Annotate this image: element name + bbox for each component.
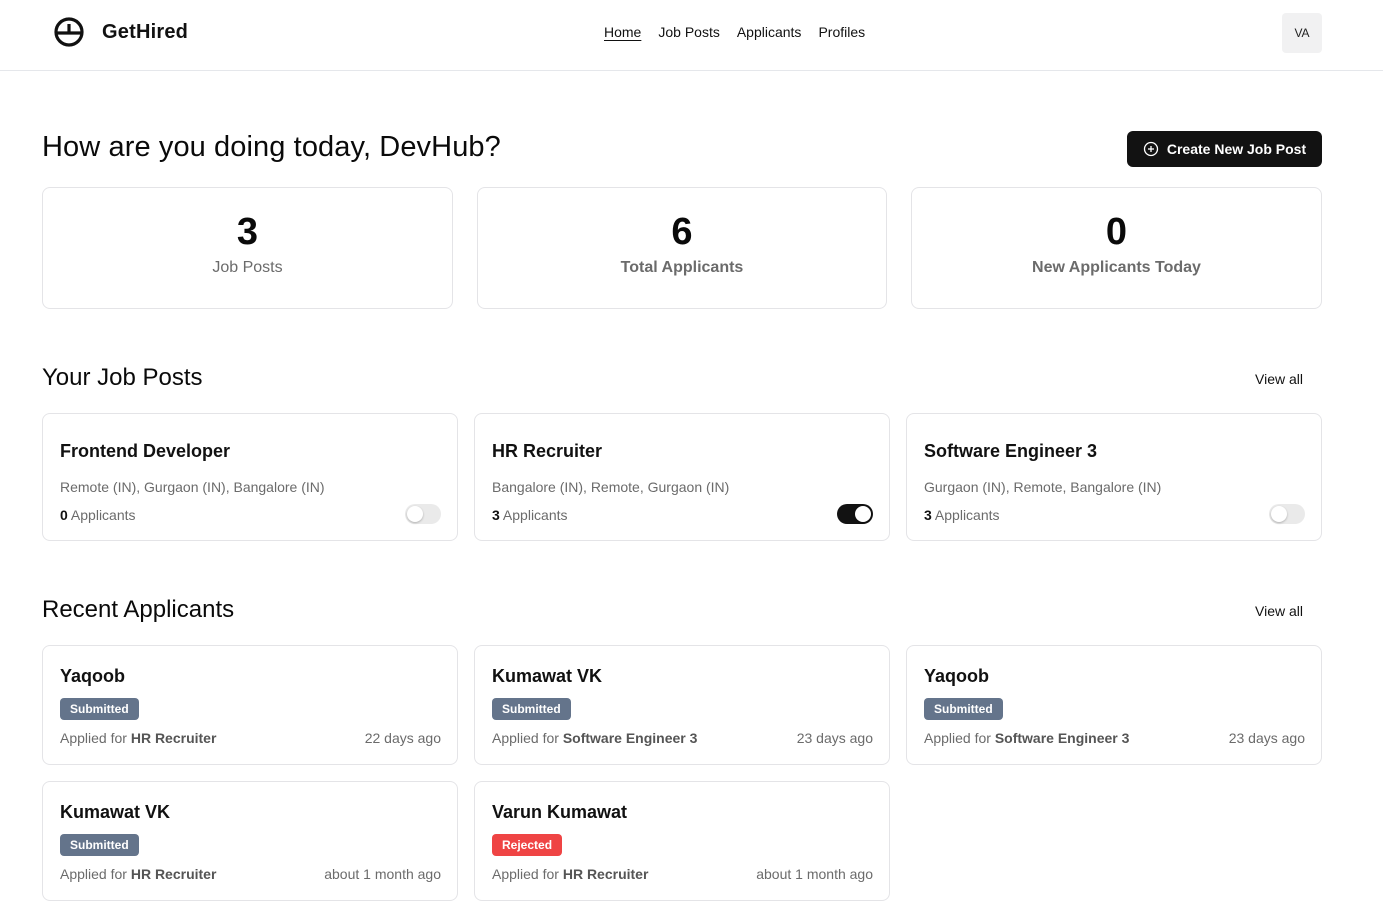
applied-time: 23 days ago: [1228, 730, 1305, 746]
create-job-post-label: Create New Job Post: [1166, 141, 1307, 157]
job-post-card[interactable]: Software Engineer 3 Gurgaon (IN), Remote…: [906, 413, 1322, 541]
stat-value: 0: [1105, 211, 1128, 253]
applied-job-title: HR Recruiter: [130, 866, 217, 882]
job-posts-section-title: Your Job Posts: [42, 364, 203, 391]
applied-time: about 1 month ago: [324, 866, 441, 882]
applicant-name: Kumawat VK: [492, 666, 603, 686]
brand-name: GetHired: [102, 20, 189, 43]
stat-label: Total Applicants: [620, 259, 744, 276]
job-title: HR Recruiter: [492, 441, 603, 461]
applicant-name: Varun Kumawat: [492, 802, 628, 822]
applicant-card[interactable]: Kumawat VK Submitted Applied for Softwar…: [474, 645, 890, 765]
status-badge: Rejected: [492, 834, 563, 856]
job-post-card[interactable]: Frontend Developer Remote (IN), Gurgaon …: [42, 413, 458, 541]
applicant-count-number: 3: [924, 507, 932, 523]
stat-value: 3: [236, 211, 259, 253]
applicant-card[interactable]: Yaqoob Submitted Applied for HR Recruite…: [42, 645, 458, 765]
applicant-card[interactable]: Varun Kumawat Rejected Applied for HR Re…: [474, 781, 890, 901]
plus-circle-icon: [1143, 141, 1159, 157]
applied-job-title: Software Engineer 3: [994, 730, 1130, 746]
applicants-view-all-link[interactable]: View all: [1255, 603, 1303, 619]
user-avatar[interactable]: VA: [1282, 13, 1322, 53]
applied-for: Applied for Software Engineer 3: [924, 730, 1129, 746]
applicant-card[interactable]: Kumawat VK Submitted Applied for HR Recr…: [42, 781, 458, 901]
status-badge: Submitted: [492, 698, 571, 720]
applied-job-title: Software Engineer 3: [562, 730, 698, 746]
applicant-count-label: Applicants: [502, 507, 568, 523]
job-applicant-count: 3 Applicants: [492, 507, 568, 523]
applied-for: Applied for Software Engineer 3: [492, 730, 697, 746]
job-applicant-count: 3 Applicants: [924, 507, 1000, 523]
applied-for: Applied for HR Recruiter: [60, 866, 216, 882]
brand-logo-icon: [54, 17, 84, 47]
recent-applicants-section-title: Recent Applicants: [42, 596, 235, 623]
stat-card-job-posts: 3 Job Posts: [42, 187, 453, 309]
brand[interactable]: GetHired: [53, 16, 188, 48]
applied-prefix: Applied for: [492, 730, 559, 746]
toggle-knob: [1271, 506, 1287, 522]
job-locations: Bangalore (IN), Remote, Gurgaon (IN): [492, 479, 730, 495]
job-active-toggle[interactable]: [1269, 504, 1305, 524]
nav-home[interactable]: Home: [604, 24, 641, 40]
main-nav: Home Job Posts Applicants Profiles: [604, 24, 865, 40]
nav-applicants[interactable]: Applicants: [737, 24, 802, 40]
job-title: Software Engineer 3: [924, 441, 1098, 461]
stat-value: 6: [671, 211, 693, 253]
applicant-card[interactable]: Yaqoob Submitted Applied for Software En…: [906, 645, 1322, 765]
stat-card-total-applicants: 6 Total Applicants: [477, 187, 887, 309]
applicant-count-label: Applicants: [70, 507, 136, 523]
applied-for: Applied for HR Recruiter: [492, 866, 648, 882]
stat-label: Job Posts: [212, 259, 283, 276]
applied-prefix: Applied for: [60, 730, 127, 746]
applicant-name: Yaqoob: [60, 666, 126, 686]
status-badge: Submitted: [60, 834, 139, 856]
nav-job-posts[interactable]: Job Posts: [658, 24, 719, 40]
applied-time: about 1 month ago: [756, 866, 873, 882]
job-active-toggle[interactable]: [405, 504, 441, 524]
job-locations: Gurgaon (IN), Remote, Bangalore (IN): [924, 479, 1162, 495]
nav-profiles[interactable]: Profiles: [818, 24, 865, 40]
stat-card-new-applicants: 0 New Applicants Today: [911, 187, 1322, 309]
stat-label: New Applicants Today: [1032, 259, 1201, 276]
applicant-count-number: 0: [60, 507, 68, 523]
toggle-knob: [407, 506, 423, 522]
applicant-name: Yaqoob: [924, 666, 990, 686]
status-badge: Submitted: [60, 698, 139, 720]
applied-for: Applied for HR Recruiter: [60, 730, 216, 746]
applied-job-title: HR Recruiter: [130, 730, 217, 746]
job-applicant-count: 0 Applicants: [60, 507, 136, 523]
applied-job-title: HR Recruiter: [562, 866, 649, 882]
applied-prefix: Applied for: [924, 730, 991, 746]
create-job-post-button[interactable]: Create New Job Post: [1127, 131, 1322, 167]
job-active-toggle[interactable]: [837, 504, 873, 524]
top-navbar: GetHired Home Job Posts Applicants Profi…: [0, 0, 1383, 71]
applied-time: 23 days ago: [796, 730, 873, 746]
status-badge: Submitted: [924, 698, 1003, 720]
job-locations: Remote (IN), Gurgaon (IN), Bangalore (IN…: [60, 479, 325, 495]
applicant-count-number: 3: [492, 507, 500, 523]
job-title: Frontend Developer: [60, 441, 231, 461]
applicant-name: Kumawat VK: [60, 802, 171, 822]
job-post-card[interactable]: HR Recruiter Bangalore (IN), Remote, Gur…: [474, 413, 890, 541]
job-posts-view-all-link[interactable]: View all: [1255, 371, 1303, 387]
applied-prefix: Applied for: [60, 866, 127, 882]
applicant-count-label: Applicants: [934, 507, 1000, 523]
toggle-knob: [855, 506, 871, 522]
applied-time: 22 days ago: [364, 730, 441, 746]
applied-prefix: Applied for: [492, 866, 559, 882]
page-greeting: How are you doing today, DevHub?: [42, 131, 501, 163]
